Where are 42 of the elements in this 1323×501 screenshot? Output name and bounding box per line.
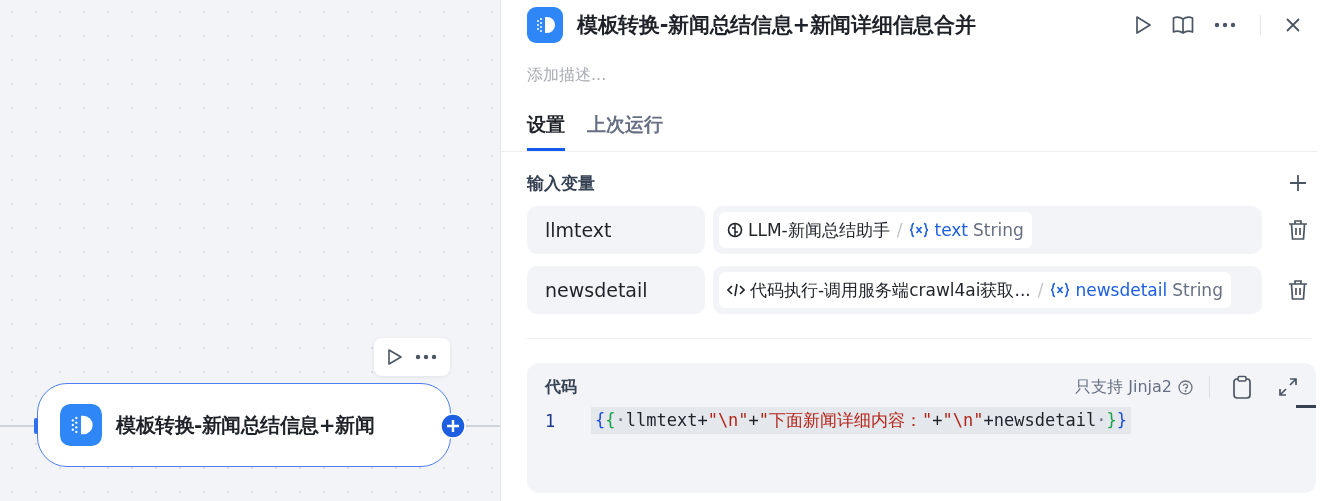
trash-icon[interactable]	[1288, 279, 1308, 301]
node-title: 模板转换-新闻总结信息+新闻	[116, 411, 375, 439]
jinja-hint: 只支持 Jinja2	[1075, 376, 1172, 398]
variable-value-field[interactable]: LLM-新闻总结助手 / text String	[713, 206, 1262, 254]
section-title: 输入变量	[527, 171, 595, 195]
help-icon[interactable]	[1178, 379, 1193, 395]
play-icon[interactable]	[1134, 15, 1152, 35]
variable-name-field[interactable]: newsdetail	[527, 266, 705, 314]
tab[interactable]: 上次运行	[587, 112, 663, 151]
separator: /	[1037, 280, 1044, 300]
code-editor[interactable]: 代码 只支持 Jinja2 1 {{·llmtext+"\n"+"下面新闻详细内容："+"\n"+newsdetail·}}	[527, 363, 1316, 493]
source-node-name: LLM-新闻总结助手	[748, 218, 890, 242]
tab[interactable]: 设置	[527, 112, 565, 151]
input-port	[34, 418, 38, 434]
scrollbar-thumb[interactable]	[1296, 405, 1316, 408]
more-icon[interactable]	[1214, 22, 1236, 28]
workflow-node[interactable]: 模板转换-新闻总结信息+新闻	[37, 383, 451, 467]
code-title: 代码	[545, 376, 577, 398]
add-icon[interactable]	[440, 413, 466, 439]
variable-type: String	[1172, 280, 1223, 300]
source-node-name: 代码执行-调用服务端crawl4ai获取...	[750, 278, 1031, 302]
close-icon[interactable]	[1285, 17, 1301, 33]
variable-type: String	[973, 220, 1024, 240]
variable-icon	[909, 222, 930, 238]
code-icon	[727, 283, 745, 297]
separator: /	[896, 220, 903, 240]
variable-name: newsdetail	[1075, 280, 1168, 300]
play-icon[interactable]	[386, 348, 403, 366]
book-icon[interactable]	[1172, 15, 1194, 35]
panel-title: 模板转换-新闻总结信息+新闻详细信息合并	[577, 12, 976, 39]
template-icon	[527, 7, 563, 43]
more-icon[interactable]	[415, 354, 438, 360]
expand-icon[interactable]	[1278, 377, 1298, 397]
clipboard-icon[interactable]	[1232, 375, 1252, 399]
variable-icon	[1050, 282, 1071, 298]
variable-value-field[interactable]: 代码执行-调用服务端crawl4ai获取... / newsdetail String	[713, 266, 1262, 314]
variable-name: text	[934, 220, 969, 240]
variable-name-field[interactable]: llmtext	[527, 206, 705, 254]
template-icon	[60, 404, 102, 446]
plus-icon[interactable]	[1289, 174, 1307, 192]
line-number: 1	[545, 410, 557, 431]
trash-icon[interactable]	[1288, 219, 1308, 241]
